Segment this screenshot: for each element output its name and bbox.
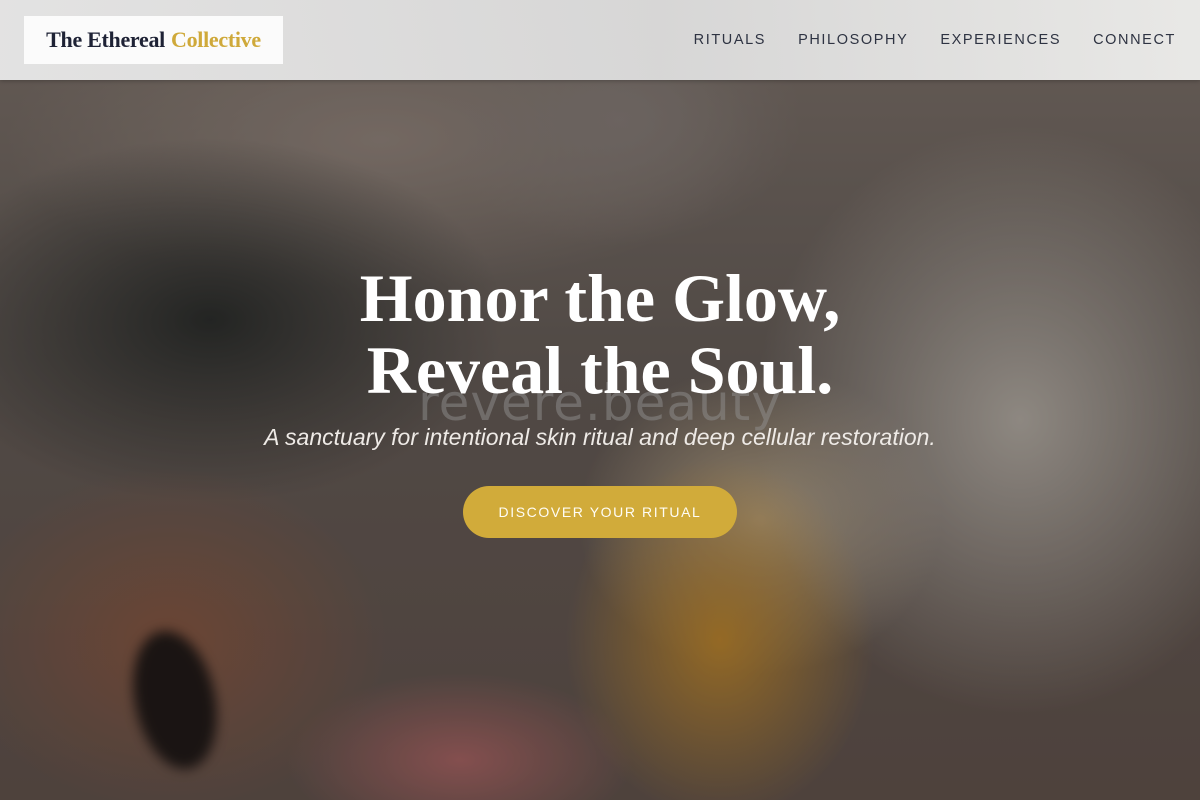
hero-headline-line2: Reveal the Soul.	[366, 332, 834, 408]
main-nav: RITUALS PHILOSOPHY EXPERIENCES CONNECT	[694, 0, 1176, 80]
page: The Ethereal Collective RITUALS PHILOSOP…	[0, 0, 1200, 800]
hero-headline-line1: Honor the Glow,	[359, 260, 841, 336]
nav-item-philosophy[interactable]: PHILOSOPHY	[798, 32, 908, 48]
brand-name-part1: The Ethereal	[46, 27, 165, 52]
nav-item-connect[interactable]: CONNECT	[1093, 32, 1176, 48]
hero-headline: Honor the Glow, Reveal the Soul.	[0, 262, 1200, 406]
nav-item-rituals[interactable]: RITUALS	[694, 32, 766, 48]
discover-ritual-button[interactable]: DISCOVER YOUR RITUAL	[463, 486, 737, 538]
hero-subtitle: A sanctuary for intentional skin ritual …	[264, 424, 936, 450]
brand-logo[interactable]: The Ethereal Collective	[24, 16, 283, 64]
brand-name-part2: Collective	[170, 27, 261, 52]
site-header: The Ethereal Collective RITUALS PHILOSOP…	[0, 0, 1200, 80]
nav-item-experiences[interactable]: EXPERIENCES	[940, 32, 1061, 48]
